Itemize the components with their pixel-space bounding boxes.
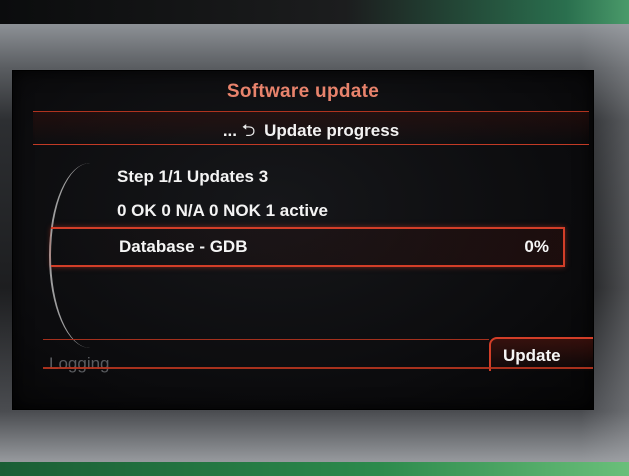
top-background bbox=[0, 0, 629, 24]
softkey-divider bbox=[43, 339, 489, 340]
status-info: 0 OK 0 N/A 0 NOK 1 active bbox=[117, 201, 329, 220]
page-title: Software update bbox=[226, 81, 380, 102]
infotainment-screen: Software update ... ⮌ Update progress St… bbox=[12, 70, 594, 410]
progress-row-database[interactable]: Database - GDB 0% bbox=[51, 227, 565, 267]
subtitle-bar[interactable]: ... ⮌ Update progress bbox=[33, 111, 589, 145]
update-softkey-label: Update bbox=[503, 346, 561, 365]
progress-item-label: Database - GDB bbox=[119, 237, 248, 256]
progress-percent: 0% bbox=[524, 237, 549, 256]
subtitle-label: Update progress bbox=[264, 121, 400, 140]
subtitle-prefix: ... bbox=[222, 121, 237, 140]
logging-softkey[interactable]: Logging bbox=[49, 354, 110, 374]
step-info: Step 1/1 Updates 3 bbox=[117, 167, 269, 186]
update-softkey[interactable]: Update bbox=[489, 337, 593, 371]
return-arrow-icon[interactable]: ⮌ bbox=[242, 121, 256, 140]
bottom-background bbox=[0, 462, 629, 476]
subtitle: ... ⮌ Update progress bbox=[33, 118, 589, 147]
softkey-glow-line bbox=[43, 367, 593, 369]
